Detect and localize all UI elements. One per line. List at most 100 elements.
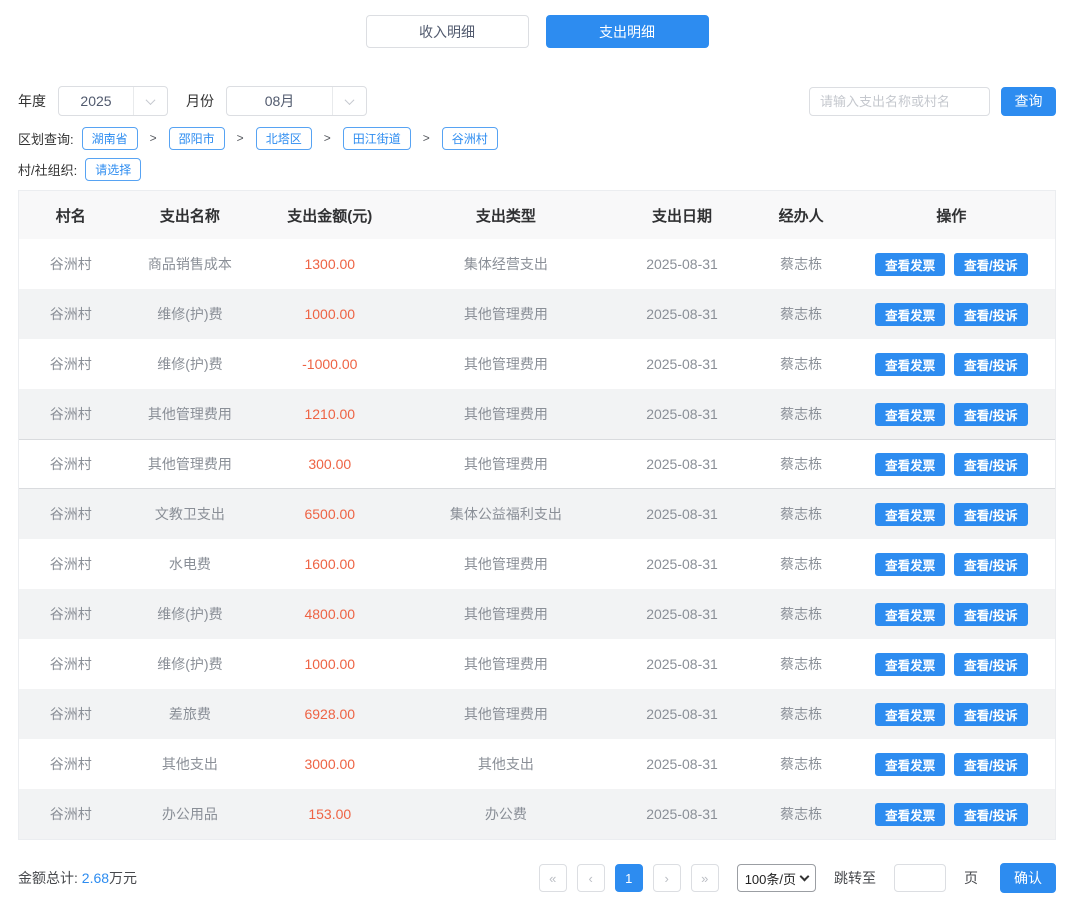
pagination-first-button[interactable]: « bbox=[538, 864, 567, 892]
view-invoice-button[interactable]: 查看发票 bbox=[875, 352, 946, 376]
actions-cell: 查看发票 查看/投诉 bbox=[848, 352, 1055, 376]
operator-cell: 蔡志栋 bbox=[780, 756, 823, 772]
view-complaint-button[interactable]: 查看/投诉 bbox=[954, 752, 1028, 776]
table-row: 谷洲村 水电费 1600.00 其他管理费用 2025-08-31 蔡志栋 查看… bbox=[19, 539, 1055, 589]
date-cell: 2025-08-31 bbox=[646, 656, 718, 672]
breadcrumb-street-button[interactable]: 田江街道 bbox=[342, 126, 411, 150]
operator-cell: 蔡志栋 bbox=[780, 556, 823, 572]
view-complaint-button[interactable]: 查看/投诉 bbox=[954, 402, 1028, 426]
date-cell: 2025-08-31 bbox=[646, 556, 718, 572]
view-complaint-button[interactable]: 查看/投诉 bbox=[954, 602, 1028, 626]
amount-cell: 1000.00 bbox=[304, 656, 356, 672]
village-cell: 谷洲村 bbox=[49, 356, 92, 372]
tab-expense[interactable]: 支出明细 bbox=[545, 15, 709, 48]
breadcrumb-district-button[interactable]: 北塔区 bbox=[255, 126, 312, 150]
pagination-prev-button[interactable]: ‹ bbox=[576, 864, 605, 892]
view-invoice-button[interactable]: 查看发票 bbox=[875, 652, 946, 676]
breadcrumb-city-button[interactable]: 邵阳市 bbox=[168, 126, 225, 150]
region-breadcrumb: 区划查询: 湖南省 > 邵阳市 > 北塔区 > 田江街道 > 谷洲村 bbox=[18, 126, 1056, 150]
expense-name-cell: 文教卫支出 bbox=[154, 506, 225, 522]
view-invoice-button[interactable]: 查看发票 bbox=[875, 402, 946, 426]
total-unit: 万元 bbox=[109, 870, 138, 886]
amount-cell: 6500.00 bbox=[304, 506, 356, 522]
operator-cell: 蔡志栋 bbox=[780, 406, 823, 422]
page-size-select[interactable]: 100条/页 bbox=[736, 864, 816, 892]
actions-cell: 查看发票 查看/投诉 bbox=[848, 652, 1055, 676]
view-complaint-button[interactable]: 查看/投诉 bbox=[954, 552, 1028, 576]
pagination-next-button[interactable]: › bbox=[652, 864, 681, 892]
view-invoice-button[interactable]: 查看发票 bbox=[875, 752, 946, 776]
view-invoice-button[interactable]: 查看发票 bbox=[875, 802, 946, 826]
search-button[interactable]: 查询 bbox=[1001, 86, 1056, 116]
amount-cell: 4800.00 bbox=[304, 606, 356, 622]
operator-cell: 蔡志栋 bbox=[780, 356, 823, 372]
expense-name-cell: 维修(护)费 bbox=[157, 306, 223, 322]
amount-cell: 1000.00 bbox=[304, 306, 356, 322]
breadcrumb-village-button[interactable]: 谷洲村 bbox=[441, 126, 498, 150]
operator-cell: 蔡志栋 bbox=[780, 656, 823, 672]
view-complaint-button[interactable]: 查看/投诉 bbox=[954, 502, 1028, 526]
date-cell: 2025-08-31 bbox=[646, 256, 718, 272]
amount-cell: 300.00 bbox=[308, 456, 352, 472]
total-value: 2.68 bbox=[81, 870, 110, 886]
search-input[interactable] bbox=[809, 86, 990, 116]
date-cell: 2025-08-31 bbox=[646, 706, 718, 722]
amount-cell: 153.00 bbox=[308, 806, 352, 822]
org-select-button[interactable]: 请选择 bbox=[85, 157, 142, 181]
chevron-down-icon bbox=[799, 871, 810, 881]
expense-name-cell: 其他管理费用 bbox=[147, 406, 232, 422]
operator-cell: 蔡志栋 bbox=[780, 506, 823, 522]
view-complaint-button[interactable]: 查看/投诉 bbox=[954, 302, 1028, 326]
pagination-page-1-button[interactable]: 1 bbox=[614, 864, 643, 892]
tab-income[interactable]: 收入明细 bbox=[365, 15, 529, 48]
expense-name-cell: 维修(护)费 bbox=[157, 356, 223, 372]
village-cell: 谷洲村 bbox=[49, 256, 92, 272]
expense-type-cell: 集体经营支出 bbox=[463, 256, 548, 272]
actions-cell: 查看发票 查看/投诉 bbox=[848, 252, 1055, 276]
view-invoice-button[interactable]: 查看发票 bbox=[875, 252, 946, 276]
year-value: 2025 bbox=[80, 93, 112, 109]
expense-type-cell: 其他管理费用 bbox=[463, 406, 548, 422]
operator-cell: 蔡志栋 bbox=[780, 256, 823, 272]
jump-page-input[interactable] bbox=[894, 864, 946, 892]
date-cell: 2025-08-31 bbox=[646, 606, 718, 622]
view-invoice-button[interactable]: 查看发票 bbox=[875, 552, 946, 576]
view-complaint-button[interactable]: 查看/投诉 bbox=[954, 252, 1028, 276]
date-cell: 2025-08-31 bbox=[646, 356, 718, 372]
date-cell: 2025-08-31 bbox=[646, 456, 718, 472]
amount-cell: 1300.00 bbox=[304, 256, 356, 272]
view-complaint-button[interactable]: 查看/投诉 bbox=[954, 352, 1028, 376]
month-select[interactable]: 08月 bbox=[226, 86, 367, 116]
expense-name-cell: 其他管理费用 bbox=[147, 456, 232, 472]
breadcrumb-province-button[interactable]: 湖南省 bbox=[81, 126, 138, 150]
filter-bar: 年度 2025 月份 08月 查询 bbox=[18, 86, 1056, 116]
view-invoice-button[interactable]: 查看发票 bbox=[875, 502, 946, 526]
page-size-value: 100条/页 bbox=[744, 871, 796, 887]
actions-cell: 查看发票 查看/投诉 bbox=[848, 702, 1055, 726]
view-invoice-button[interactable]: 查看发票 bbox=[875, 702, 946, 726]
total-label: 金额总计: bbox=[18, 870, 78, 886]
village-cell: 谷洲村 bbox=[49, 806, 92, 822]
view-complaint-button[interactable]: 查看/投诉 bbox=[954, 802, 1028, 826]
expense-name-cell: 其他支出 bbox=[161, 756, 218, 772]
table-row: 谷洲村 维修(护)费 4800.00 其他管理费用 2025-08-31 蔡志栋… bbox=[19, 589, 1055, 639]
year-select[interactable]: 2025 bbox=[58, 86, 168, 116]
pagination-last-button[interactable]: » bbox=[690, 864, 719, 892]
chevron-down-icon bbox=[332, 87, 366, 115]
date-cell: 2025-08-31 bbox=[646, 806, 718, 822]
date-cell: 2025-08-31 bbox=[646, 406, 718, 422]
view-complaint-button[interactable]: 查看/投诉 bbox=[954, 702, 1028, 726]
operator-cell: 蔡志栋 bbox=[780, 806, 823, 822]
header-type: 支出类型 bbox=[475, 207, 536, 225]
date-cell: 2025-08-31 bbox=[646, 306, 718, 322]
view-complaint-button[interactable]: 查看/投诉 bbox=[954, 652, 1028, 676]
month-label: 月份 bbox=[186, 93, 214, 109]
view-invoice-button[interactable]: 查看发票 bbox=[875, 602, 946, 626]
operator-cell: 蔡志栋 bbox=[780, 306, 823, 322]
view-complaint-button[interactable]: 查看/投诉 bbox=[954, 452, 1028, 476]
view-invoice-button[interactable]: 查看发票 bbox=[875, 302, 946, 326]
chevron-down-icon bbox=[133, 87, 167, 115]
table-header-row: 村名 支出名称 支出金额(元) 支出类型 支出日期 经办人 操作 bbox=[19, 191, 1055, 239]
view-invoice-button[interactable]: 查看发票 bbox=[875, 452, 946, 476]
confirm-button[interactable]: 确认 bbox=[1000, 863, 1056, 893]
